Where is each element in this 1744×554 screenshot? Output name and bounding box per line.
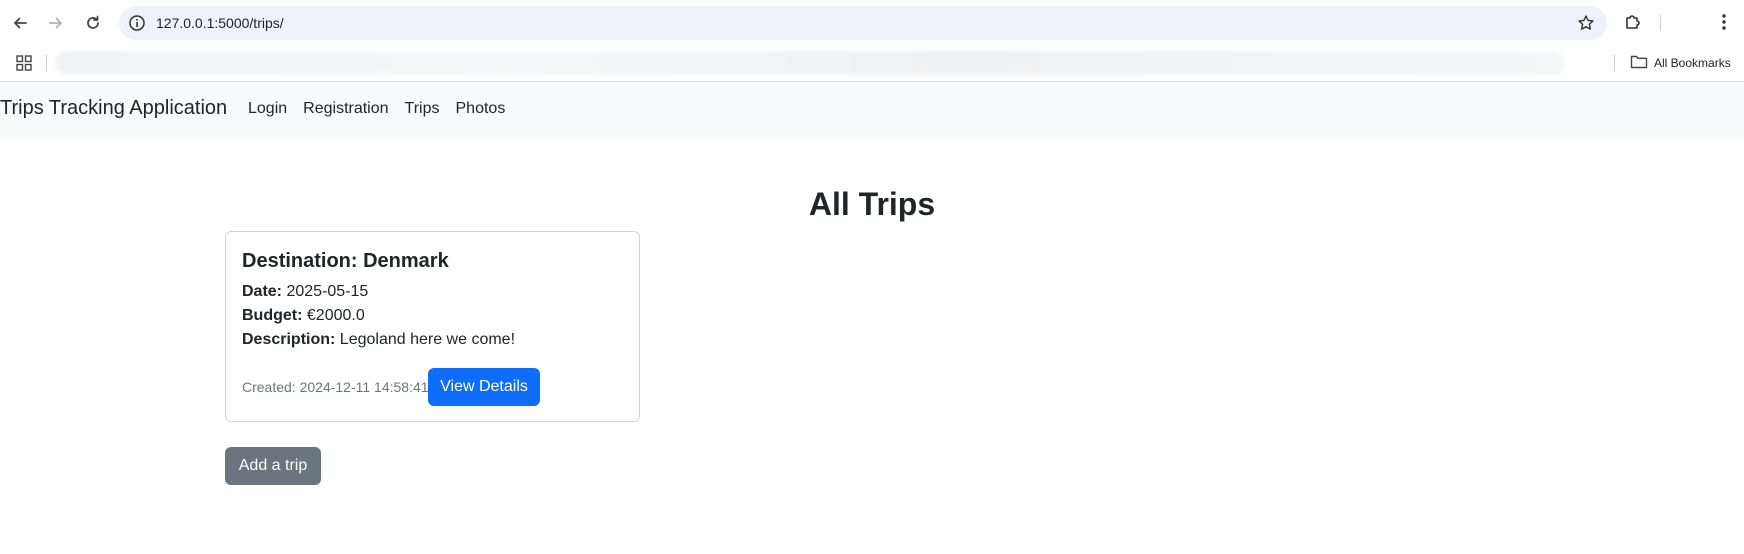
nav-link-trips[interactable]: Trips [405, 100, 440, 118]
nav-link-photos[interactable]: Photos [456, 100, 506, 118]
toolbar-divider [1660, 15, 1661, 31]
folder-icon [1630, 54, 1648, 73]
all-bookmarks-label: All Bookmarks [1654, 56, 1731, 70]
trip-budget-value: €2000.0 [306, 307, 365, 324]
trip-description-label: Description: [242, 331, 336, 348]
blurred-bookmarks [55, 51, 1565, 75]
trip-date: Date: 2025-05-15 [242, 283, 368, 301]
trip-date-value: 2025-05-15 [286, 283, 369, 300]
add-trip-button[interactable]: Add a trip [225, 447, 321, 485]
apps-grid-icon[interactable] [15, 54, 33, 72]
page-title: All Trips [808, 186, 936, 222]
bookmarks-divider [1614, 55, 1615, 71]
all-bookmarks-button[interactable]: All Bookmarks [1630, 53, 1731, 73]
reload-icon[interactable] [81, 11, 105, 35]
trip-card: Destination: Denmark Date: 2025-05-15 Bu… [225, 231, 640, 422]
extensions-icon[interactable] [1622, 11, 1646, 35]
trip-created-text: Created: 2024-12-11 14:58:41 [242, 379, 429, 395]
kebab-menu-icon[interactable] [1713, 11, 1737, 35]
url-text: 127.0.0.1:5000/trips/ [156, 15, 284, 31]
forward-arrow-icon[interactable] [44, 11, 68, 35]
address-bar[interactable]: 127.0.0.1:5000/trips/ [119, 6, 1607, 40]
nav-link-login[interactable]: Login [248, 100, 287, 118]
app-navbar: Trips Tracking Application Login Registr… [0, 82, 1744, 138]
browser-toolbar: 127.0.0.1:5000/trips/ [0, 0, 1744, 46]
site-info-icon[interactable] [128, 14, 146, 32]
trip-budget-label: Budget: [242, 307, 303, 324]
trip-description: Description: Legoland here we come! [242, 331, 515, 349]
nav-link-registration[interactable]: Registration [303, 100, 388, 118]
navbar-brand[interactable]: Trips Tracking Application [0, 97, 227, 120]
back-arrow-icon[interactable] [8, 11, 32, 35]
nav-links: Login Registration Trips Photos [248, 100, 521, 118]
bookmarks-bar: All Bookmarks [0, 46, 1744, 82]
trip-destination: Destination: Denmark [242, 250, 449, 272]
trip-budget: Budget: €2000.0 [242, 307, 365, 325]
view-details-button[interactable]: View Details [428, 368, 540, 406]
bookmarks-divider [46, 55, 47, 71]
bookmark-star-icon[interactable] [1577, 14, 1595, 32]
trip-description-value: Legoland here we come! [339, 331, 516, 348]
trip-date-label: Date: [242, 283, 283, 300]
